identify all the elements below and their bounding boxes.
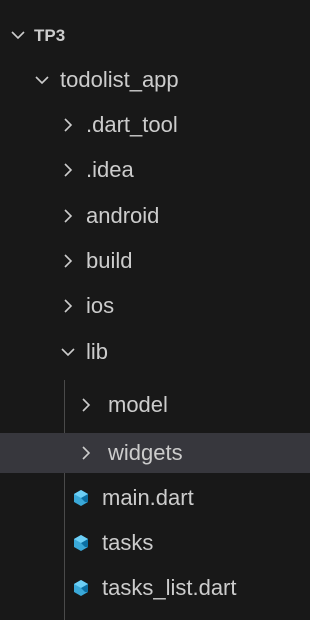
tree-folder-lib[interactable]: lib xyxy=(0,332,310,372)
chevron-right-icon xyxy=(78,445,94,461)
dart-file-icon xyxy=(72,579,90,597)
tree-folder-label: build xyxy=(86,248,133,273)
tree-folder-label: lib xyxy=(86,339,109,364)
chevron-down-icon xyxy=(34,72,50,88)
chevron-right-icon xyxy=(60,208,76,224)
chevron-down-icon xyxy=(10,27,26,43)
tree-folder-ios[interactable]: ios xyxy=(0,286,310,326)
chevron-right-icon xyxy=(60,253,76,269)
dart-file-icon xyxy=(72,489,90,507)
tree-folder-label: ios xyxy=(86,293,115,318)
tree-folder-dart-tool[interactable]: .dart_tool xyxy=(0,105,310,145)
dart-file-icon xyxy=(72,534,90,552)
chevron-right-icon xyxy=(60,162,76,178)
tree-root-label: TP3 xyxy=(34,25,66,45)
chevron-right-icon xyxy=(60,117,76,133)
tree-folder-todolist-app[interactable]: todolist_app xyxy=(0,60,310,100)
tree-folder-android[interactable]: android xyxy=(0,196,310,236)
tree-folder-label: widgets xyxy=(108,440,183,465)
tree-file-main-dart[interactable]: main.dart xyxy=(0,478,310,518)
tree-file-label: tasks_list.dart xyxy=(102,575,237,600)
tree-folder-build[interactable]: build xyxy=(0,241,310,281)
chevron-right-icon xyxy=(78,397,94,413)
tree-root-tp3[interactable]: TP3 xyxy=(0,15,310,55)
tree-folder-widgets[interactable]: widgets xyxy=(0,433,310,473)
tree-folder-label: android xyxy=(86,203,160,228)
tree-folder-label: model xyxy=(108,392,168,417)
tree-folder-label: todolist_app xyxy=(60,67,179,92)
chevron-right-icon xyxy=(60,298,76,314)
tree-file-label: tasks xyxy=(102,530,154,555)
tree-folder-idea[interactable]: .idea xyxy=(0,150,310,190)
chevron-down-icon xyxy=(60,344,76,360)
tree-file-tasks[interactable]: tasks xyxy=(0,523,310,563)
tree-folder-model[interactable]: model xyxy=(0,385,310,425)
tree-folder-label: .idea xyxy=(86,157,134,182)
tree-file-label: main.dart xyxy=(102,485,194,510)
tree-folder-label: .dart_tool xyxy=(86,112,178,137)
tree-file-tasks-list-dart[interactable]: tasks_list.dart xyxy=(0,568,310,608)
file-explorer: TP3 todolist_app .dart_tool .idea androi… xyxy=(0,0,310,620)
